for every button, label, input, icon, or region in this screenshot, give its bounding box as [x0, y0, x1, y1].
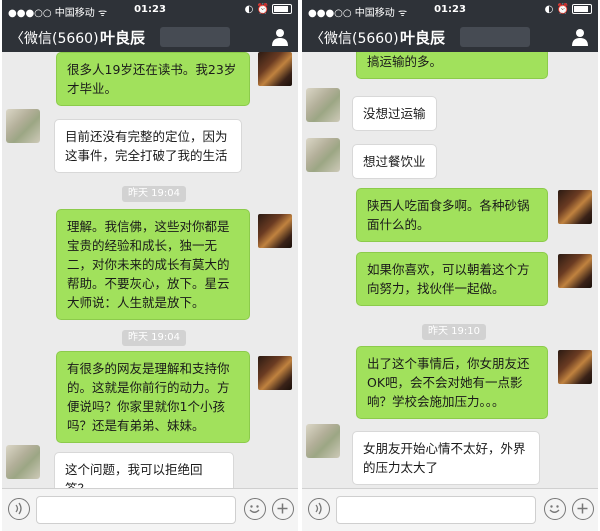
message-out[interactable]: 有很多的网友是理解和支持你的。这就是你前行的动力。方便说吗？你家里就你1个小孩吗…: [56, 351, 250, 443]
avatar-me[interactable]: [258, 52, 292, 86]
avatar-other[interactable]: [306, 424, 340, 458]
avatar-me[interactable]: [558, 350, 592, 384]
page-title: 叶良辰: [100, 29, 146, 47]
message-in[interactable]: 目前还没有完整的定位，因为这事件，完全打破了我的生活: [54, 119, 242, 173]
voice-icon[interactable]: [8, 498, 30, 520]
chat-area[interactable]: 很多人19岁还在读书。我23岁才毕业。 目前还没有完整的定位，因为这事件，完全打…: [2, 52, 298, 489]
user-icon[interactable]: [572, 28, 588, 46]
timestamp: 昨天 19:10: [422, 324, 486, 340]
message-out[interactable]: 如果你喜欢，可以朝着这个方向努力，找伙伴一起做。: [356, 252, 548, 306]
avatar-other[interactable]: [6, 445, 40, 479]
nav-bar: 〈微信(5660) 叶良辰: [302, 22, 598, 52]
timestamp: 昨天 19:04: [122, 330, 186, 346]
page-title: 叶良辰: [400, 29, 446, 47]
back-label: 微信(5660): [324, 31, 399, 47]
emoji-icon[interactable]: [244, 498, 266, 520]
status-indicators: ◐ ⏰: [545, 4, 592, 15]
avatar-other[interactable]: [306, 138, 340, 172]
message-in[interactable]: 没想过运输: [352, 96, 437, 131]
timestamp: 昨天 19:04: [122, 186, 186, 202]
back-button[interactable]: 〈微信(5660): [310, 28, 399, 48]
status-bar: ●●●○○ 中国移动 ᯤ 01:23 ◐ ⏰: [2, 0, 298, 22]
message-in[interactable]: 女朋友开始心情不太好，外界的压力太大了: [352, 431, 540, 485]
emoji-icon[interactable]: [544, 498, 566, 520]
chevron-left-icon: 〈: [10, 31, 24, 47]
nav-bar: 〈微信(5660) 叶良辰: [2, 22, 298, 52]
battery-icon: [572, 4, 592, 14]
message-input[interactable]: [36, 496, 236, 524]
status-bar: ●●●○○ 中国移动 ᯤ 01:23 ◐ ⏰: [302, 0, 598, 22]
chat-area[interactable]: 搞运输的多。 没想过运输 想过餐饮业 陕西人吃面食多啊。各种砂锅面什么的。 如果…: [302, 52, 598, 489]
message-out[interactable]: 搞运输的多。: [356, 52, 548, 79]
input-bar: [302, 488, 598, 531]
plus-icon[interactable]: [272, 498, 294, 520]
back-button[interactable]: 〈微信(5660): [10, 28, 99, 48]
avatar-me[interactable]: [258, 214, 292, 248]
message-in[interactable]: 这个问题，我可以拒绝回答？: [54, 452, 234, 489]
blurred-title-region: [160, 27, 230, 47]
status-indicators: ◐ ⏰: [245, 4, 292, 15]
chat-screen-left: ●●●○○ 中国移动 ᯤ 01:23 ◐ ⏰ 〈微信(5660) 叶良辰 很多人…: [2, 0, 298, 531]
avatar-me[interactable]: [258, 356, 292, 390]
input-bar: [2, 488, 298, 531]
message-out[interactable]: 出了这个事情后，你女朋友还OK吧，会不会对她有一点影响？学校会施加压力。。。: [356, 346, 548, 419]
battery-icon: [272, 4, 292, 14]
message-out[interactable]: 理解。我信佛，这些对你都是宝贵的经验和成长，独一无二，对你未来的成长有莫大的帮助…: [56, 209, 250, 320]
message-out[interactable]: 很多人19岁还在读书。我23岁才毕业。: [56, 52, 250, 106]
avatar-other[interactable]: [6, 109, 40, 143]
blurred-title-region: [460, 27, 530, 47]
status-icons: ◐ ⏰: [244, 4, 269, 15]
plus-icon[interactable]: [572, 498, 594, 520]
message-in[interactable]: 想过餐饮业: [352, 144, 437, 179]
message-input[interactable]: [336, 496, 536, 524]
avatar-me[interactable]: [558, 254, 592, 288]
avatar-other[interactable]: [306, 88, 340, 122]
status-icons: ◐ ⏰: [544, 4, 569, 15]
avatar-me[interactable]: [558, 190, 592, 224]
back-label: 微信(5660): [24, 31, 99, 47]
chevron-left-icon: 〈: [310, 31, 324, 47]
message-out[interactable]: 陕西人吃面食多啊。各种砂锅面什么的。: [356, 188, 548, 242]
user-icon[interactable]: [272, 28, 288, 46]
voice-icon[interactable]: [308, 498, 330, 520]
chat-screen-right: ●●●○○ 中国移动 ᯤ 01:23 ◐ ⏰ 〈微信(5660) 叶良辰 搞运输…: [302, 0, 598, 531]
